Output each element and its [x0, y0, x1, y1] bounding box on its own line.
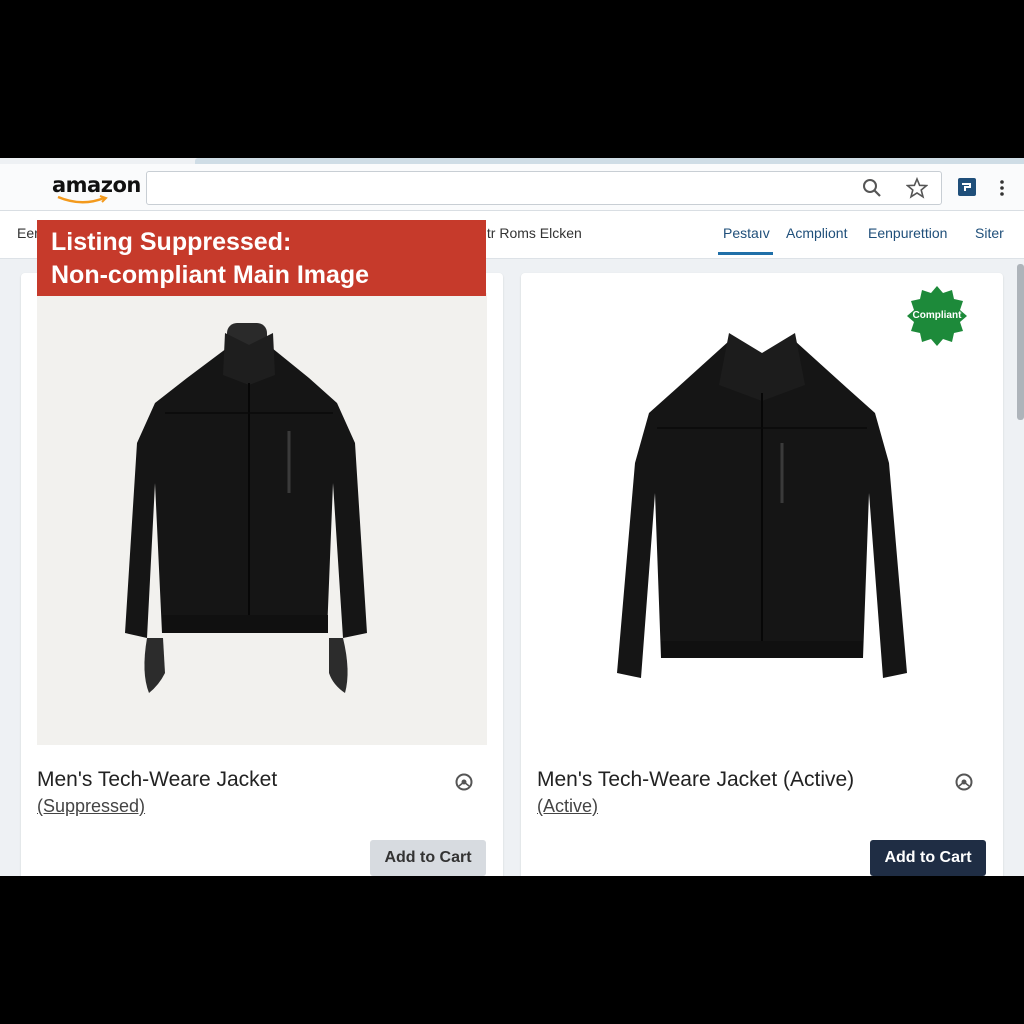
product-image-active[interactable]: [537, 293, 987, 745]
banner-line-2: Non-compliant Main Image: [51, 261, 370, 289]
amazon-logo[interactable]: amazon: [52, 173, 141, 197]
product-status-suppressed[interactable]: (Suppressed): [37, 796, 145, 817]
product-status-active[interactable]: (Active): [537, 796, 598, 817]
tab-acmpliont[interactable]: Acmpliont: [786, 225, 847, 241]
active-tab-indicator: [718, 252, 773, 255]
product-card-active: Compliant Men's Tech-Weare Jacket (Activ…: [521, 273, 1003, 876]
settings-icon[interactable]: [954, 772, 974, 792]
add-to-cart-button-disabled[interactable]: Add to Cart: [370, 840, 486, 876]
search-icon[interactable]: [862, 178, 882, 198]
jacket-image: [617, 333, 907, 678]
nav-item-middle[interactable]: ıtr Roms Elcken: [483, 225, 582, 241]
settings-icon[interactable]: [454, 772, 474, 792]
product-image-suppressed[interactable]: [37, 293, 487, 745]
browser-window: amazon Eer ıtr Roms Elcken Pestaıv Acmpl…: [0, 158, 1024, 876]
suppression-banner: Listing Suppressed: Non-compliant Main I…: [37, 220, 486, 296]
tab-eenpurettion[interactable]: Eenpurettion: [868, 225, 947, 241]
browser-toolbar: amazon: [0, 164, 1024, 211]
product-card-suppressed: Men's Tech-Weare Jacket (Suppressed) Add…: [21, 273, 503, 876]
star-icon[interactable]: [906, 177, 928, 199]
jacket-on-mannequin-image: [125, 323, 367, 693]
nav-item-left[interactable]: Eer: [17, 225, 39, 241]
tab-pestaiv[interactable]: Pestaıv: [723, 225, 770, 241]
page-scrollbar[interactable]: [1017, 264, 1024, 420]
tab-siter[interactable]: Siter: [975, 225, 1004, 241]
compliant-badge-label: Compliant: [912, 310, 962, 321]
amazon-smile-icon: [57, 195, 108, 204]
product-title[interactable]: Men's Tech-Weare Jacket (Active): [537, 768, 854, 792]
banner-line-1: Listing Suppressed:: [51, 228, 292, 256]
extension-icon[interactable]: [957, 177, 977, 197]
menu-icon[interactable]: [997, 178, 1007, 198]
add-to-cart-button[interactable]: Add to Cart: [870, 840, 986, 876]
address-search-input[interactable]: [146, 171, 942, 205]
product-title[interactable]: Men's Tech-Weare Jacket: [37, 768, 277, 792]
